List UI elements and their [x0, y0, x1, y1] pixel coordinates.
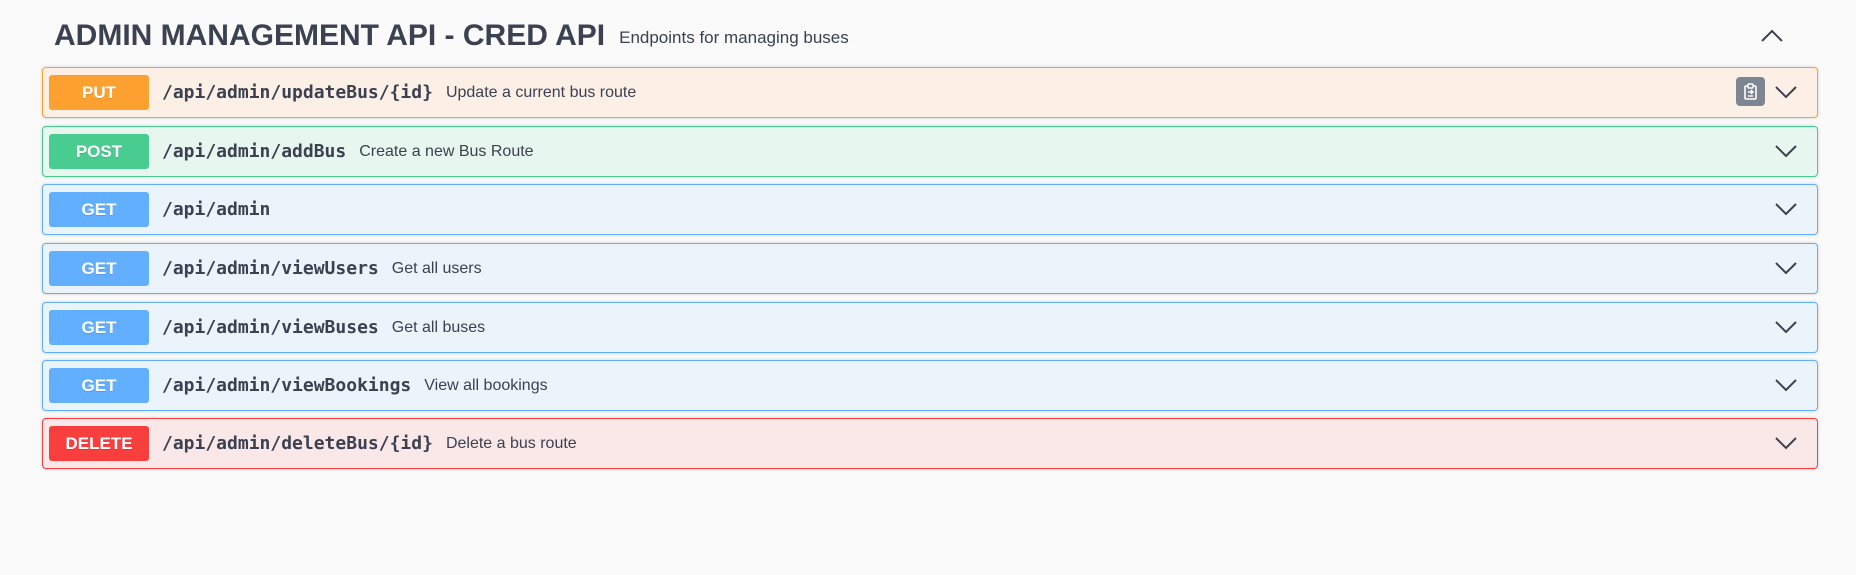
operation-get-viewusers[interactable]: GET /api/admin/viewUsers Get all users [42, 243, 1818, 294]
method-badge: GET [49, 192, 149, 227]
section-description: Endpoints for managing buses [619, 28, 849, 47]
copy-to-clipboard-button[interactable] [1736, 77, 1765, 106]
method-badge: POST [49, 134, 149, 169]
operation-path[interactable]: /api/admin/addBus [162, 141, 346, 162]
chevron-down-icon[interactable] [1773, 197, 1799, 221]
operation-get-admin[interactable]: GET /api/admin [42, 184, 1818, 235]
method-badge: GET [49, 368, 149, 403]
section-header[interactable]: ADMIN MANAGEMENT API - CRED API Endpoint… [42, 0, 1818, 73]
clipboard-copy-icon [1743, 82, 1757, 100]
chevron-down-icon[interactable] [1773, 80, 1799, 104]
operation-put-updatebus[interactable]: PUT /api/admin/updateBus/{id} Update a c… [42, 67, 1818, 118]
operation-path[interactable]: /api/admin/updateBus/{id} [162, 82, 433, 103]
operation-delete-deletebus[interactable]: DELETE /api/admin/deleteBus/{id} Delete … [42, 418, 1818, 469]
method-badge: GET [49, 251, 149, 286]
chevron-down-icon[interactable] [1773, 431, 1799, 455]
operation-summary: Get all users [391, 259, 482, 277]
operation-get-viewbuses[interactable]: GET /api/admin/viewBuses Get all buses [42, 302, 1818, 353]
method-badge: GET [49, 310, 149, 345]
chevron-down-icon[interactable] [1773, 256, 1799, 280]
operation-summary: Delete a bus route [445, 434, 577, 452]
operation-path[interactable]: /api/admin/viewBuses [162, 317, 379, 338]
operation-path[interactable]: /api/admin/viewUsers [162, 258, 379, 279]
method-badge: DELETE [49, 426, 149, 461]
method-badge: PUT [49, 75, 149, 110]
chevron-up-icon[interactable] [1756, 20, 1788, 52]
operation-get-viewbookings[interactable]: GET /api/admin/viewBookings View all boo… [42, 360, 1818, 411]
operation-summary: View all bookings [424, 376, 548, 394]
operation-path[interactable]: /api/admin/deleteBus/{id} [162, 433, 433, 454]
operation-summary: Create a new Bus Route [359, 142, 534, 160]
section-title[interactable]: ADMIN MANAGEMENT API - CRED API [54, 19, 605, 53]
api-section: ADMIN MANAGEMENT API - CRED API Endpoint… [42, 0, 1818, 469]
operation-path[interactable]: /api/admin [162, 199, 270, 220]
chevron-down-icon[interactable] [1773, 373, 1799, 397]
operation-post-addbus[interactable]: POST /api/admin/addBus Create a new Bus … [42, 126, 1818, 177]
operation-path[interactable]: /api/admin/viewBookings [162, 375, 411, 396]
chevron-down-icon[interactable] [1773, 139, 1799, 163]
operation-summary: Update a current bus route [445, 83, 637, 101]
operation-summary: Get all buses [391, 318, 486, 336]
chevron-down-icon[interactable] [1773, 315, 1799, 339]
